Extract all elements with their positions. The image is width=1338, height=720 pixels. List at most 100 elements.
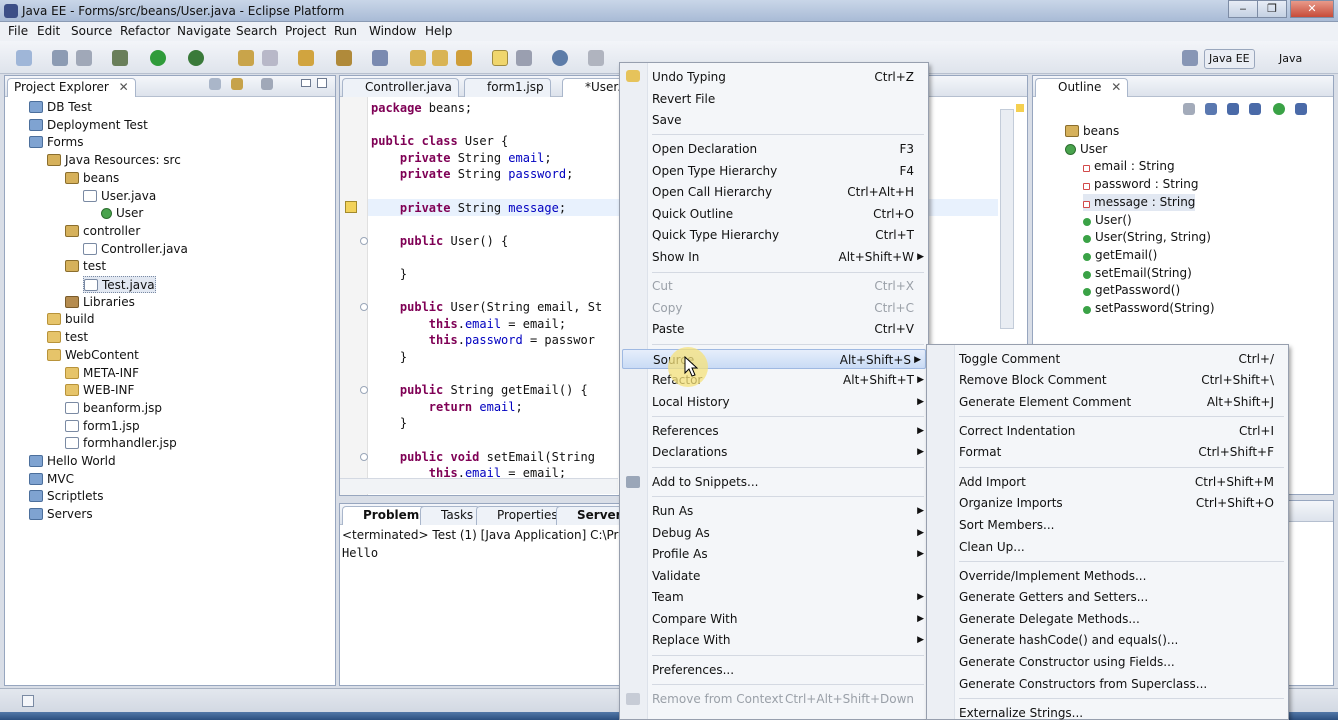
tree-item[interactable]: User bbox=[1065, 141, 1107, 158]
tree-item[interactable]: User() bbox=[1083, 212, 1132, 229]
maximize-button[interactable]: ❐ bbox=[1257, 0, 1287, 18]
maximize-view-icon[interactable] bbox=[317, 78, 327, 88]
menu-item-add-to-snippets[interactable]: Add to Snippets... bbox=[620, 472, 928, 492]
tree-item[interactable]: test bbox=[65, 258, 106, 275]
menu-item-compare-with[interactable]: Compare With ▶ bbox=[620, 609, 928, 629]
menu-item-sort-members[interactable]: Sort Members... bbox=[927, 515, 1288, 535]
menu-item-add-import[interactable]: Add Import Ctrl+Shift+M bbox=[927, 472, 1288, 492]
menu-item-validate[interactable]: Validate bbox=[620, 566, 928, 586]
menu-help[interactable]: Help bbox=[425, 24, 452, 38]
hide-nonpublic-icon[interactable] bbox=[1249, 103, 1261, 115]
tree-item[interactable]: Servers bbox=[29, 506, 93, 523]
debug-icon[interactable] bbox=[112, 50, 128, 66]
tree-item[interactable]: Forms bbox=[29, 134, 83, 151]
tree-item[interactable]: form1.jsp bbox=[65, 418, 140, 435]
run-icon[interactable] bbox=[150, 50, 166, 66]
tree-item[interactable]: Java Resources: src bbox=[47, 152, 181, 169]
tree-item[interactable]: beanform.jsp bbox=[65, 400, 162, 417]
menu-item-quick-type-hierarchy[interactable]: Quick Type Hierarchy Ctrl+T bbox=[620, 225, 928, 245]
menu-item-declarations[interactable]: Declarations ▶ bbox=[620, 442, 928, 462]
menu-item-externalize-strings[interactable]: Externalize Strings... bbox=[927, 703, 1288, 720]
minimize-button[interactable]: ‒ bbox=[1228, 0, 1258, 18]
open-type-icon[interactable] bbox=[262, 50, 278, 66]
perspective-javaee-button[interactable]: Java EE bbox=[1204, 49, 1255, 69]
menu-edit[interactable]: Edit bbox=[37, 24, 60, 38]
project-explorer-tab[interactable]: Project Explorer ✕ bbox=[7, 78, 136, 97]
outline-filter-icon[interactable] bbox=[1295, 103, 1307, 115]
tree-item[interactable]: beans bbox=[1065, 123, 1119, 140]
menu-item-paste[interactable]: Paste Ctrl+V bbox=[620, 319, 928, 339]
tree-item[interactable]: MVC bbox=[29, 471, 74, 488]
menu-item-generate-constructors-from-superclass[interactable]: Generate Constructors from Superclass... bbox=[927, 674, 1288, 694]
tab-form1-jsp[interactable]: form1.jsp bbox=[464, 78, 551, 97]
tree-item[interactable]: Libraries bbox=[65, 294, 135, 311]
menu-item-show-in[interactable]: Show In Alt+Shift+W ▶ bbox=[620, 247, 928, 267]
new-server-icon[interactable] bbox=[238, 50, 254, 66]
hide-fields-icon[interactable] bbox=[1205, 103, 1217, 115]
close-tab-icon[interactable]: ✕ bbox=[1111, 80, 1121, 94]
menu-item-refactor[interactable]: RefactorAlt+Shift+T▶ bbox=[620, 370, 928, 390]
open-perspective-button-icon[interactable] bbox=[1182, 50, 1198, 66]
menu-item-correct-indentation[interactable]: Correct Indentation Ctrl+I bbox=[927, 421, 1288, 441]
new-package-icon[interactable] bbox=[298, 50, 314, 66]
tree-item[interactable]: password : String bbox=[1083, 176, 1198, 193]
tab-user-java[interactable]: *User.ja bbox=[562, 78, 624, 97]
tree-item[interactable]: test bbox=[47, 329, 88, 346]
open-perspective-icon[interactable] bbox=[372, 50, 388, 66]
vertical-scrollbar[interactable] bbox=[1000, 109, 1014, 329]
menu-item-quick-outline[interactable]: Quick Outline Ctrl+O bbox=[620, 204, 928, 224]
tree-item[interactable]: Test.java bbox=[83, 276, 156, 293]
menu-item-open-call-hierarchy[interactable]: Open Call Hierarchy Ctrl+Alt+H bbox=[620, 182, 928, 202]
menu-item-profile-as[interactable]: Profile As ▶ bbox=[620, 544, 928, 564]
fold-toggle-icon[interactable] bbox=[360, 452, 368, 461]
menu-navigate[interactable]: Navigate bbox=[177, 24, 231, 38]
menu-item-undo-typing[interactable]: Undo Typing Ctrl+Z bbox=[620, 67, 928, 87]
tree-item[interactable]: getEmail() bbox=[1083, 247, 1157, 264]
menu-item-format[interactable]: Format Ctrl+Shift+F bbox=[927, 442, 1288, 462]
menu-window[interactable]: Window bbox=[369, 24, 416, 38]
menu-item-override-implement-methods[interactable]: Override/Implement Methods... bbox=[927, 566, 1288, 586]
tree-item[interactable]: getPassword() bbox=[1083, 282, 1180, 299]
menu-item-generate-getters-and-setters[interactable]: Generate Getters and Setters... bbox=[927, 587, 1288, 607]
menu-item-run-as[interactable]: Run As ▶ bbox=[620, 501, 928, 521]
save-icon[interactable] bbox=[52, 50, 68, 66]
close-tab-icon[interactable]: ✕ bbox=[119, 80, 129, 94]
new-class-icon[interactable] bbox=[336, 50, 352, 66]
menu-item-team[interactable]: Team ▶ bbox=[620, 587, 928, 607]
menu-item-revert-file[interactable]: Revert File bbox=[620, 89, 928, 109]
open-project-icon[interactable] bbox=[432, 50, 448, 66]
show-whitespace-icon[interactable] bbox=[588, 50, 604, 66]
menu-item-preferences[interactable]: Preferences... bbox=[620, 660, 928, 680]
external-tools-icon[interactable] bbox=[188, 50, 204, 66]
menu-source[interactable]: Source bbox=[71, 24, 112, 38]
tree-item[interactable]: formhandler.jsp bbox=[65, 435, 177, 452]
outline-tab[interactable]: Outline ✕ bbox=[1035, 78, 1129, 97]
menu-item-references[interactable]: References ▶ bbox=[620, 421, 928, 441]
menu-item-remove-block-comment[interactable]: Remove Block Comment Ctrl+Shift+\ bbox=[927, 370, 1288, 390]
horizontal-scrollbar[interactable] bbox=[340, 478, 618, 494]
tree-item[interactable]: WEB-INF bbox=[65, 382, 134, 399]
tree-item[interactable]: Deployment Test bbox=[29, 117, 148, 134]
tree-item[interactable]: Scriptlets bbox=[29, 488, 103, 505]
menu-item-clean-up[interactable]: Clean Up... bbox=[927, 537, 1288, 557]
tree-item[interactable]: User bbox=[101, 205, 143, 222]
menu-item-generate-element-comment[interactable]: Generate Element Comment Alt+Shift+J bbox=[927, 392, 1288, 412]
new-icon[interactable] bbox=[16, 50, 32, 66]
menu-item-debug-as[interactable]: Debug As ▶ bbox=[620, 523, 928, 543]
print-icon[interactable] bbox=[76, 50, 92, 66]
toggle-mark-occurrences-icon[interactable] bbox=[492, 50, 508, 66]
menu-item-generate-delegate-methods[interactable]: Generate Delegate Methods... bbox=[927, 609, 1288, 629]
tree-item[interactable]: setPassword(String) bbox=[1083, 300, 1215, 317]
menu-item-generate-hashcode-and-equals[interactable]: Generate hashCode() and equals()... bbox=[927, 630, 1288, 650]
tree-item[interactable]: DB Test bbox=[29, 99, 92, 116]
tab-properties[interactable]: Properties bbox=[476, 506, 565, 525]
tree-item[interactable]: Hello World bbox=[29, 453, 116, 470]
menu-project[interactable]: Project bbox=[285, 24, 326, 38]
open-folder-icon[interactable] bbox=[410, 50, 426, 66]
tree-item[interactable]: User.java bbox=[83, 188, 156, 205]
fast-view-icon[interactable] bbox=[22, 695, 34, 707]
collapse-all-icon[interactable] bbox=[209, 78, 221, 90]
quick-assist-icon[interactable] bbox=[345, 201, 357, 213]
tab-controller-java[interactable]: Controller.java bbox=[342, 78, 459, 97]
hide-static-icon[interactable] bbox=[1227, 103, 1239, 115]
